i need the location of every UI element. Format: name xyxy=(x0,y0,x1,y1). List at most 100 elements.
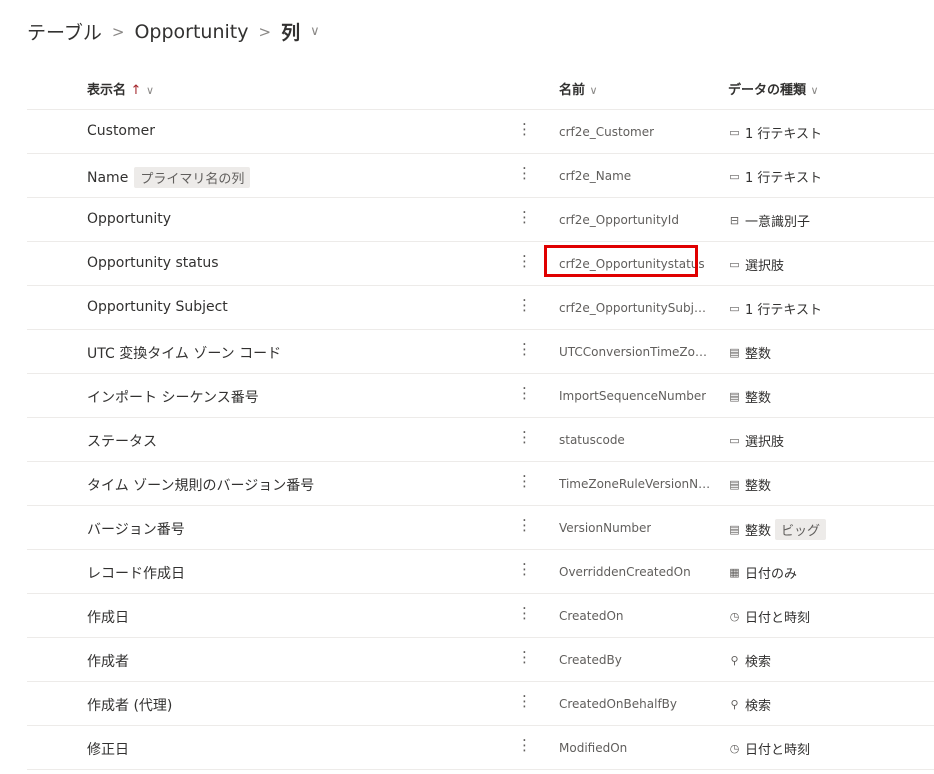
table-row[interactable]: 修正日 ⋮ ModifiedOn ◷ 日付と時刻 xyxy=(27,726,934,770)
logical-name: statuscode xyxy=(559,433,625,447)
data-type: ⚲ 検索 xyxy=(728,651,771,670)
display-name-text: Opportunity status xyxy=(87,255,219,271)
display-name[interactable]: UTC 変換タイム ゾーン コード xyxy=(87,343,281,363)
data-type: ◷ 日付と時刻 xyxy=(728,739,810,758)
column-header-data-type[interactable]: データの種類 ∨ xyxy=(728,79,819,98)
table-header: 表示名 ↑ ∨ 名前 ∨ データの種類 ∨ xyxy=(27,66,934,110)
data-type: ▭ 1 行テキスト xyxy=(728,299,822,318)
display-name[interactable]: Customer xyxy=(87,123,155,139)
more-options-icon[interactable]: ⋮ xyxy=(517,252,532,270)
display-name[interactable]: レコード作成日 xyxy=(87,563,185,583)
chevron-right-icon: > xyxy=(111,22,125,41)
data-type-text: 1 行テキスト xyxy=(745,171,823,186)
data-type: ⚲ 検索 xyxy=(728,695,771,714)
lookup-icon: ⚲ xyxy=(730,654,739,667)
more-options-icon[interactable]: ⋮ xyxy=(517,164,532,182)
data-type-text: 整数 xyxy=(745,524,772,539)
text-icon: ▭ xyxy=(729,170,740,183)
more-options-icon[interactable]: ⋮ xyxy=(517,648,532,666)
lookup-icon: ⚲ xyxy=(730,698,739,711)
type-badge: ビッグ xyxy=(775,519,827,540)
display-name[interactable]: Name プライマリ名の列 xyxy=(87,167,251,188)
display-name[interactable]: Opportunity status xyxy=(87,255,218,271)
data-type: ▦ 日付のみ xyxy=(728,563,797,582)
logical-name: CreatedOn xyxy=(559,609,624,623)
table-row[interactable]: Customer ⋮ crf2e_Customer ▭ 1 行テキスト xyxy=(27,110,934,154)
calendar-clock-icon: ◷ xyxy=(729,742,740,755)
data-type: ▤ 整数 ビッグ xyxy=(728,519,827,540)
column-header-display-name[interactable]: 表示名 ↑ ∨ xyxy=(87,79,154,98)
more-options-icon[interactable]: ⋮ xyxy=(517,516,532,534)
display-name-text: タイム ゾーン規則のバージョン番号 xyxy=(87,478,315,494)
number-icon: ▤ xyxy=(729,390,740,403)
display-name-text: Opportunity xyxy=(87,211,172,227)
more-options-icon[interactable]: ⋮ xyxy=(517,384,532,402)
display-name[interactable]: Opportunity Subject xyxy=(87,299,228,315)
data-type-text: 整数 xyxy=(745,391,772,406)
table-row[interactable]: Opportunity ⋮ crf2e_OpportunityId ⊟ 一意識別子 xyxy=(27,198,934,242)
header-label: データの種類 xyxy=(728,83,807,98)
data-type-text: 日付と時刻 xyxy=(745,611,811,626)
data-type-text: 整数 xyxy=(745,479,772,494)
display-name-text: 作成者 xyxy=(87,654,129,670)
display-name[interactable]: タイム ゾーン規則のバージョン番号 xyxy=(87,475,314,495)
display-name-text: Opportunity Subject xyxy=(87,299,228,315)
breadcrumb-current[interactable]: 列 xyxy=(281,18,300,45)
table-row[interactable]: バージョン番号 ⋮ VersionNumber ▤ 整数 ビッグ xyxy=(27,506,934,550)
table-row[interactable]: 作成者 (代理) ⋮ CreatedOnBehalfBy ⚲ 検索 xyxy=(27,682,934,726)
table-row[interactable]: ステータス ⋮ statuscode ▭ 選択肢 xyxy=(27,418,934,462)
display-name-text: ステータス xyxy=(87,434,157,450)
more-options-icon[interactable]: ⋮ xyxy=(517,208,532,226)
column-header-name[interactable]: 名前 ∨ xyxy=(559,79,598,98)
chevron-down-icon[interactable]: ∨ xyxy=(310,24,320,39)
logical-name: crf2e_OpportunityId xyxy=(559,213,679,227)
table-row[interactable]: Name プライマリ名の列 ⋮ crf2e_Name ▭ 1 行テキスト xyxy=(27,154,934,198)
display-name[interactable]: バージョン番号 xyxy=(87,519,185,539)
table-row[interactable]: インポート シーケンス番号 ⋮ ImportSequenceNumber ▤ 整数 xyxy=(27,374,934,418)
more-options-icon[interactable]: ⋮ xyxy=(517,604,532,622)
choice-icon: ▭ xyxy=(729,434,740,447)
sort-ascending-icon: ↑ xyxy=(130,83,142,98)
logical-name: OverriddenCreatedOn xyxy=(559,565,691,579)
chevron-down-icon: ∨ xyxy=(810,84,819,97)
more-options-icon[interactable]: ⋮ xyxy=(517,472,532,490)
number-icon: ▤ xyxy=(729,478,740,491)
data-type-text: 検索 xyxy=(745,655,772,670)
data-type-text: 検索 xyxy=(745,699,772,714)
logical-name: TimeZoneRuleVersionNumber xyxy=(559,477,711,491)
table-row[interactable]: 作成者 ⋮ CreatedBy ⚲ 検索 xyxy=(27,638,934,682)
display-name[interactable]: Opportunity xyxy=(87,211,171,227)
data-type: ▤ 整数 xyxy=(728,387,771,406)
breadcrumb-tables[interactable]: テーブル xyxy=(27,18,102,45)
more-options-icon[interactable]: ⋮ xyxy=(517,340,532,358)
table-row[interactable]: タイム ゾーン規則のバージョン番号 ⋮ TimeZoneRuleVersionNum… xyxy=(27,462,934,506)
more-options-icon[interactable]: ⋮ xyxy=(517,736,532,754)
logical-name: crf2e_Customer xyxy=(559,125,655,139)
display-name-text: UTC 変換タイム ゾーン コード xyxy=(87,346,282,362)
breadcrumb-opportunity[interactable]: Opportunity xyxy=(134,21,248,43)
data-type: ▭ 選択肢 xyxy=(728,255,784,274)
logical-name: crf2e_OpportunitySubject xyxy=(559,301,711,315)
table-row[interactable]: Opportunity Subject ⋮ crf2e_OpportunitySub… xyxy=(27,286,934,330)
more-options-icon[interactable]: ⋮ xyxy=(517,560,532,578)
data-type-text: 日付と時刻 xyxy=(745,743,811,758)
display-name-text: 作成日 xyxy=(87,610,129,626)
display-name[interactable]: 作成者 (代理) xyxy=(87,695,172,715)
display-name[interactable]: インポート シーケンス番号 xyxy=(87,387,259,407)
display-name[interactable]: 作成日 xyxy=(87,607,129,627)
data-type-text: 選択肢 xyxy=(745,435,785,450)
logical-name: VersionNumber xyxy=(559,521,652,535)
display-name[interactable]: ステータス xyxy=(87,431,157,451)
more-options-icon[interactable]: ⋮ xyxy=(517,296,532,314)
more-options-icon[interactable]: ⋮ xyxy=(517,428,532,446)
table-row[interactable]: Opportunity status ⋮ crf2e_Opportunitystat… xyxy=(27,242,934,286)
table-row[interactable]: レコード作成日 ⋮ OverriddenCreatedOn ▦ 日付のみ xyxy=(27,550,934,594)
display-name[interactable]: 修正日 xyxy=(87,739,129,759)
table-row[interactable]: UTC 変換タイム ゾーン コード ⋮ UTCConversionTimeZoneC… xyxy=(27,330,934,374)
display-name[interactable]: 作成者 xyxy=(87,651,129,671)
table-row[interactable]: 作成日 ⋮ CreatedOn ◷ 日付と時刻 xyxy=(27,594,934,638)
data-type: ▤ 整数 xyxy=(728,475,771,494)
more-options-icon[interactable]: ⋮ xyxy=(517,692,532,710)
primary-name-badge: プライマリ名の列 xyxy=(134,167,251,188)
more-options-icon[interactable]: ⋮ xyxy=(517,120,532,138)
